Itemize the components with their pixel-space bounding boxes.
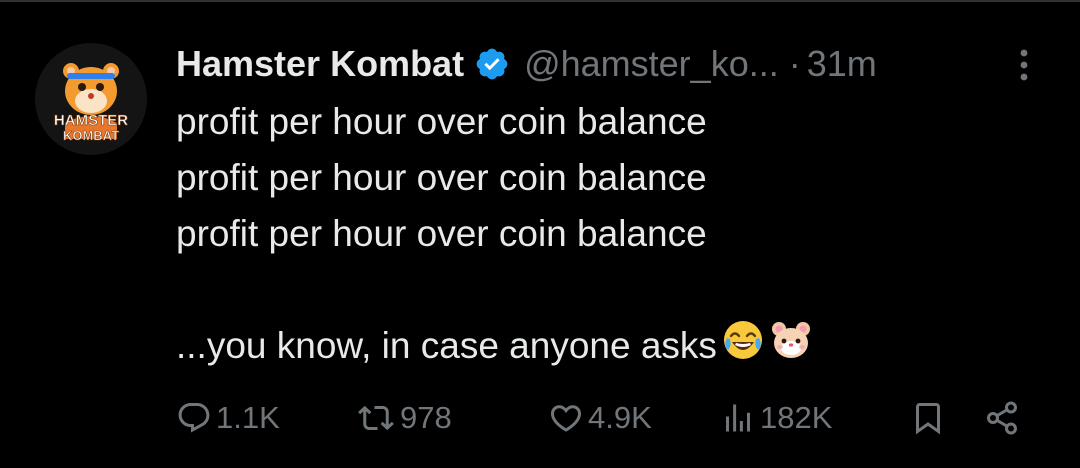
tweet-text-line: profit per hour over coin balance: [176, 101, 707, 142]
share-button[interactable]: [984, 390, 1020, 446]
tweet-timestamp[interactable]: 31m: [807, 43, 877, 85]
repost-icon: [358, 405, 394, 431]
tweet-action-bar: 1.1K 978 4.9K 182K: [0, 390, 1080, 446]
bookmark-icon: [916, 403, 940, 435]
more-options-icon: [1020, 49, 1028, 81]
repost-button[interactable]: 978: [356, 390, 452, 446]
views-button[interactable]: 182K: [720, 390, 832, 446]
top-divider: [0, 0, 1080, 2]
verified-badge-icon: [474, 46, 510, 82]
avatar-text-line1: HAMSTER: [54, 112, 128, 129]
reply-count: 1.1K: [216, 400, 280, 435]
tweet-text-line: profit per hour over coin balance: [176, 157, 707, 198]
heart-icon: [550, 405, 582, 432]
author-display-name[interactable]: Hamster Kombat: [176, 43, 464, 85]
tweet-header: Hamster Kombat @hamster_ko... · 31m: [176, 38, 877, 90]
face-with-tears-of-joy-emoji: [721, 318, 765, 378]
like-button[interactable]: 4.9K: [548, 390, 652, 446]
avatar[interactable]: HAMSTER KOMBAT: [35, 43, 147, 155]
tweet-closing-line: ...you know, in case anyone asks: [176, 318, 1036, 374]
avatar-text-line2: KOMBAT: [63, 128, 119, 143]
bookmark-button[interactable]: [910, 390, 946, 446]
share-icon: [987, 401, 1017, 435]
views-chart-icon: [726, 404, 750, 432]
author-handle[interactable]: @hamster_ko...: [524, 43, 779, 85]
repost-count: 978: [400, 400, 452, 435]
views-count: 182K: [760, 400, 833, 435]
more-options-button[interactable]: [1006, 44, 1042, 86]
tweet-text: profit per hour over coin balance profit…: [176, 94, 1036, 374]
closing-text: ...you know, in case anyone asks: [176, 325, 717, 366]
reply-button[interactable]: 1.1K: [176, 390, 280, 446]
tweet-text-line: profit per hour over coin balance: [176, 213, 707, 254]
reply-icon: [178, 403, 210, 433]
hamster-face-emoji: [769, 318, 813, 378]
separator-dot: ·: [788, 43, 801, 84]
like-count: 4.9K: [588, 400, 652, 435]
